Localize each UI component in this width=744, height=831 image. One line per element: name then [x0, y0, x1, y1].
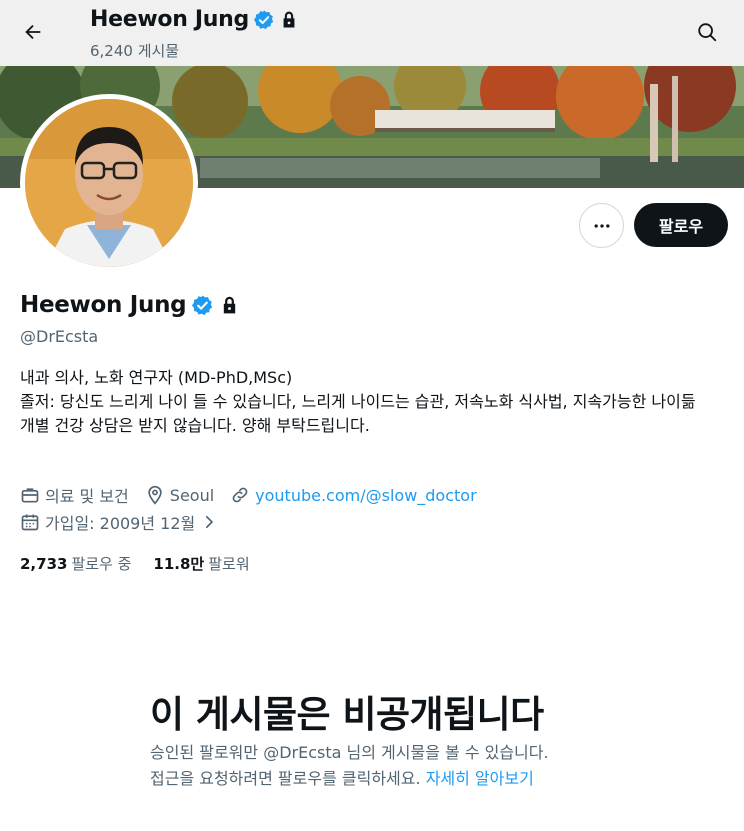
avatar-photo [25, 99, 193, 267]
profile-name-row: Heewon Jung [20, 292, 240, 318]
private-notice-line: 승인된 팔로워만 @DrEcsta 님의 게시물을 볼 수 있습니다. [150, 743, 549, 762]
briefcase-icon [21, 488, 39, 503]
link-icon [232, 487, 248, 503]
bio-line: 졸저: 당신도 느리게 나이 들 수 있습니다, 느리게 나이드는 습관, 저속… [20, 392, 696, 411]
follow-button[interactable]: 팔로우 [634, 203, 728, 247]
back-arrow-icon [25, 24, 41, 40]
location-pin-icon [148, 485, 162, 505]
search-icon [698, 23, 717, 42]
header-title-row: Heewon Jung [90, 7, 299, 32]
profile-handle: @DrEcsta [20, 327, 99, 346]
header-post-count: 6,240 게시물 [90, 42, 180, 60]
following-count: 2,733 [20, 555, 68, 573]
verified-badge-icon [253, 9, 274, 29]
profile-name: Heewon Jung [20, 292, 187, 318]
follow-stats: 2,733 팔로우 중 11.8만 팔로워 [20, 553, 272, 574]
following-stat[interactable]: 2,733 팔로우 중 [20, 553, 131, 574]
bio-line: 내과 의사, 노화 연구자 (MD-PhD,MSc) [20, 368, 293, 387]
chevron-right-icon [206, 515, 214, 529]
private-notice-line-2: 접근을 요청하려면 팔로우를 클릭하세요. 자세히 알아보기 [150, 766, 549, 792]
category-label: 의료 및 보건 [45, 487, 129, 506]
more-options-button[interactable] [579, 203, 624, 248]
followers-stat[interactable]: 11.8만 팔로워 [153, 553, 249, 574]
learn-more-link[interactable]: 자세히 알아보기 [426, 769, 534, 788]
verified-badge-icon[interactable] [191, 294, 214, 317]
avatar[interactable] [20, 94, 198, 272]
location-label: Seoul [169, 485, 215, 505]
bio-line: 개별 건강 상담은 받지 않습니다. 양해 부탁드립니다. [20, 416, 370, 435]
header-name: Heewon Jung [90, 7, 249, 32]
top-header: Heewon Jung 6,240 게시물 [0, 0, 744, 66]
profile-meta: 의료 및 보건 Seoul youtube.com/@slow_doctor [20, 483, 493, 507]
website-link[interactable]: youtube.com/@slow_doctor [255, 486, 477, 505]
lock-icon [224, 296, 236, 313]
joined-date-item[interactable]: 가입일: 2009년 12월 [20, 510, 218, 534]
calendar-icon [21, 514, 39, 531]
followers-count: 11.8만 [153, 555, 205, 573]
private-notice-title: 이 게시물은 비공개됩니다 [150, 693, 544, 736]
lock-icon [283, 11, 295, 27]
joined-date-label: 가입일: 2009년 12월 [45, 514, 196, 533]
following-label: 팔로우 중 [71, 555, 132, 573]
back-button[interactable] [14, 13, 52, 51]
search-button[interactable] [688, 13, 726, 51]
more-horizontal-icon [594, 223, 609, 228]
profile-bio: 내과 의사, 노화 연구자 (MD-PhD,MSc) 졸저: 당신도 느리게 나… [20, 366, 730, 438]
private-notice-text: 접근을 요청하려면 팔로우를 클릭하세요. [150, 769, 421, 788]
website-item[interactable]: youtube.com/@slow_doctor [230, 485, 477, 505]
category-item: 의료 및 보건 [20, 483, 129, 507]
followers-label: 팔로워 [208, 555, 250, 573]
location-item: Seoul [145, 485, 214, 505]
private-notice-description: 승인된 팔로워만 @DrEcsta 님의 게시물을 볼 수 있습니다. 접근을 … [150, 740, 549, 792]
